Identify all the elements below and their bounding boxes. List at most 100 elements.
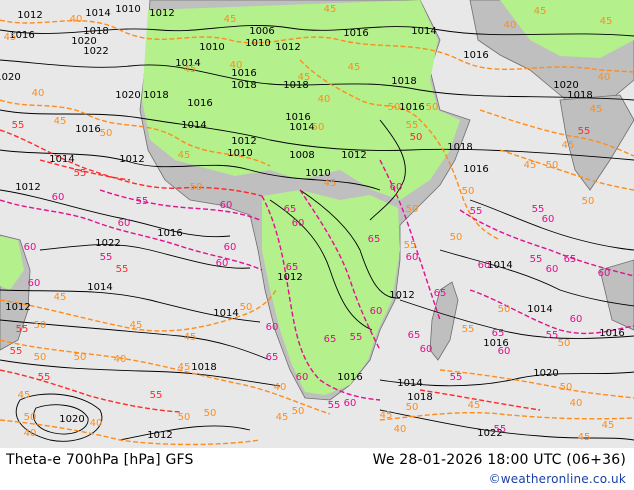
theta-e-label: 55 xyxy=(406,120,419,131)
isobar-label: 1018 xyxy=(391,76,416,87)
isobar-label: 1020 xyxy=(59,414,84,425)
theta-e-label: 45 xyxy=(578,432,591,443)
theta-e-label: 45 xyxy=(178,362,191,373)
theta-e-label: 50 xyxy=(388,102,401,113)
isobar-label: 1018 xyxy=(231,80,256,91)
theta-e-label: 60 xyxy=(570,314,583,325)
theta-e-label: 40 xyxy=(70,14,83,25)
isobar-label: 1012 xyxy=(5,302,30,313)
theta-e-label: 65 xyxy=(408,330,421,341)
theta-e-label: 50 xyxy=(406,402,419,413)
valid-time: We 28-01-2026 18:00 UTC (06+36) xyxy=(372,452,626,468)
theta-e-label: 55 xyxy=(328,400,341,411)
theta-e-label: 50 xyxy=(558,338,571,349)
theta-e-label: 55 xyxy=(494,424,507,435)
theta-e-label: 40 xyxy=(114,354,127,365)
theta-e-label: 40 xyxy=(274,382,287,393)
isobar-label: 1010 xyxy=(115,4,140,15)
isobar-label: 1014 xyxy=(397,378,422,389)
isobar-label: 1014 xyxy=(213,308,238,319)
isobar-label: 1012 xyxy=(277,272,302,283)
isobar-label: 1012 xyxy=(341,150,366,161)
theta-e-label: 65 xyxy=(368,234,381,245)
isobar-label: 1012 xyxy=(17,10,42,21)
theta-e-label: 40 xyxy=(318,94,331,105)
isobar-label: 1010 xyxy=(245,38,270,49)
theta-e-label: 55 xyxy=(350,332,363,343)
isobar-label: 1012 xyxy=(149,8,174,19)
isobar-label: 1020 xyxy=(533,368,558,379)
isobar-label: 1016 xyxy=(337,372,362,383)
isobar-label: 1016 xyxy=(343,28,368,39)
theta-e-label: 55 xyxy=(462,324,475,335)
isobar-label: 1012 xyxy=(119,154,144,165)
theta-e-label: 45 xyxy=(562,140,575,151)
theta-e-label: 45 xyxy=(534,6,547,17)
isobar-label: 1016 xyxy=(463,50,488,61)
isobar-label: 1018 xyxy=(567,90,592,101)
theta-e-label: 60 xyxy=(224,242,237,253)
theta-e-label: 50 xyxy=(100,128,113,139)
isobar-label: 1020 xyxy=(115,90,140,101)
theta-e-map: 1012 1014 1010 101210061010 10121016 10141016… xyxy=(0,0,634,448)
theta-e-label: 50 xyxy=(24,412,37,423)
theta-e-label: 50 xyxy=(462,186,475,197)
theta-e-label: 40 xyxy=(90,418,103,429)
isobar-label: 1016 xyxy=(399,102,424,113)
isobar-label: 1014 xyxy=(49,154,74,165)
isobar-label: 1010 xyxy=(227,148,252,159)
theta-e-label: 65 xyxy=(564,254,577,265)
theta-e-label: 55 xyxy=(546,330,559,341)
theta-e-label: 50 xyxy=(426,102,439,113)
isobar-label: 1012 xyxy=(275,42,300,53)
theta-e-label: 40 xyxy=(394,424,407,435)
theta-e-label: 45 xyxy=(298,72,311,83)
theta-e-label: 55 xyxy=(530,254,543,265)
theta-e-label: 45 xyxy=(184,332,197,343)
theta-e-label: 45 xyxy=(468,400,481,411)
theta-e-label: 55 xyxy=(450,372,463,383)
isobar-label: 1012 xyxy=(231,136,256,147)
theta-e-label: 45 xyxy=(178,150,191,161)
isobar-label: 1016 xyxy=(75,124,100,135)
isobar-label: 1012 xyxy=(389,290,414,301)
isobar-label: 1012 xyxy=(15,182,40,193)
theta-e-label: 40 xyxy=(230,60,243,71)
isobar-label: 1016 xyxy=(157,228,182,239)
theta-e-label: 45 xyxy=(18,390,31,401)
theta-e-label: 60 xyxy=(370,306,383,317)
theta-e-label: 50 xyxy=(34,320,47,331)
theta-e-label: 45 xyxy=(54,292,67,303)
isobar-label: 1018 xyxy=(191,362,216,373)
isobar-label: 1014 xyxy=(87,282,112,293)
theta-e-label: 65 xyxy=(286,262,299,273)
theta-e-label: 60 xyxy=(216,258,229,269)
theta-e-label: 50 xyxy=(34,352,47,363)
theta-e-label: 55 xyxy=(100,252,113,263)
theta-e-label: 45 xyxy=(600,16,613,27)
theta-e-label: 55 xyxy=(116,264,129,275)
theta-e-label: 55 xyxy=(136,196,149,207)
theta-e-label: 45 xyxy=(54,116,67,127)
theta-e-label: 60 xyxy=(478,260,491,271)
theta-e-label: 45 xyxy=(324,4,337,15)
theta-e-label: 50 xyxy=(406,204,419,215)
theta-e-label: 50 xyxy=(240,302,253,313)
theta-e-label: 45 xyxy=(590,104,603,115)
theta-e-label: 65 xyxy=(434,288,447,299)
theta-e-label: 50 xyxy=(546,160,559,171)
theta-e-label: 50 xyxy=(190,182,203,193)
credit-link[interactable]: ©weatheronline.co.uk xyxy=(489,472,626,486)
theta-e-label: 55 xyxy=(74,168,87,179)
theta-e-label: 60 xyxy=(546,264,559,275)
isobar-label: 1014 xyxy=(85,8,110,19)
theta-e-label: 60 xyxy=(24,242,37,253)
theta-e-label: 60 xyxy=(390,182,403,193)
isobar-label: 1018 xyxy=(447,142,472,153)
theta-e-label: 45 xyxy=(276,412,289,423)
theta-e-label: 60 xyxy=(118,218,131,229)
theta-e-label: 60 xyxy=(292,218,305,229)
theta-e-label: 45 xyxy=(602,420,615,431)
theta-e-label: 60 xyxy=(498,346,511,357)
theta-e-label: 45 xyxy=(348,62,361,73)
